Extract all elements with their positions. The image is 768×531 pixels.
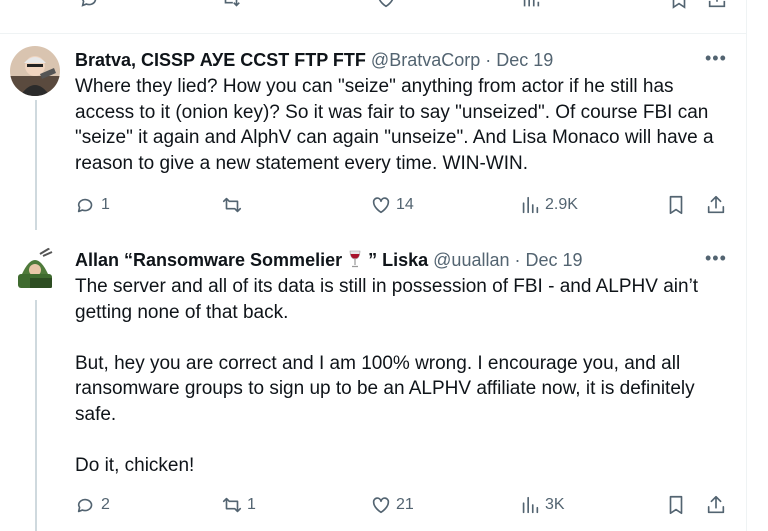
thread-line <box>35 300 37 531</box>
tweet-paragraph: But, hey you are correct and I am 100% w… <box>75 352 695 425</box>
thread-line <box>35 100 37 230</box>
tweet-text: Where they lied? How you can "seize" any… <box>75 74 735 176</box>
like-count: 21 <box>396 496 414 513</box>
separator: · <box>514 250 521 270</box>
share-button[interactable] <box>705 192 727 218</box>
share-icon <box>707 495 725 514</box>
like-icon <box>372 197 390 214</box>
previous-tweet-actions <box>75 0 735 9</box>
author-name[interactable]: Bratva, CISSP АУЕ CCST FTP FTF <box>75 50 366 70</box>
tweet-date[interactable]: Dec 19 <box>526 250 583 270</box>
wine-glass-icon <box>349 250 361 268</box>
tweet-bratva[interactable]: Bratva, CISSP АУЕ CCST FTP FTF @BratvaCo… <box>0 34 746 230</box>
tweet-paragraph: Where they lied? How you can "seize" any… <box>75 76 714 174</box>
retweet-count: 1 <box>247 496 256 513</box>
like-icon[interactable] <box>375 0 397 13</box>
author-name-part1: Allan “Ransomware Sommelier <box>75 250 343 270</box>
tweet-header: Allan “Ransomware Sommelier ” Liska @uua… <box>75 248 583 272</box>
tweet-header: Bratva, CISSP АУЕ CCST FTP FTF @BratvaCo… <box>75 48 553 72</box>
retweet-button[interactable]: 1 <box>221 492 256 518</box>
retweet-button[interactable] <box>221 192 247 218</box>
more-options-button[interactable]: ••• <box>705 248 727 269</box>
share-button[interactable] <box>705 492 727 518</box>
reply-count: 1 <box>101 196 110 213</box>
reply-icon <box>77 498 93 513</box>
timeline-border <box>746 0 747 531</box>
bookmark-icon[interactable] <box>668 0 690 13</box>
like-button[interactable]: 21 <box>370 492 414 518</box>
bookmark-button[interactable] <box>665 492 687 518</box>
like-count: 14 <box>396 196 414 213</box>
views-icon[interactable] <box>520 0 542 13</box>
retweet-icon <box>222 497 242 513</box>
retweet-icon[interactable] <box>220 0 242 13</box>
bookmark-icon <box>669 495 683 515</box>
tweet-actions: 1 14 2.9K <box>75 192 735 218</box>
author-name-part2: ” Liska <box>363 250 429 270</box>
view-count: 2.9K <box>545 196 578 213</box>
views-button[interactable]: 3K <box>519 492 565 518</box>
like-icon <box>372 497 390 514</box>
more-options-button[interactable]: ••• <box>705 48 727 69</box>
tweet-paragraph: Do it, chicken! <box>75 454 195 476</box>
view-count: 3K <box>545 496 565 513</box>
author-handle[interactable]: @uuallan <box>433 250 509 270</box>
author-handle[interactable]: @BratvaCorp <box>371 50 480 70</box>
bookmark-icon <box>669 195 683 215</box>
reply-count: 2 <box>101 496 110 513</box>
views-button[interactable]: 2.9K <box>519 192 578 218</box>
avatar[interactable] <box>10 244 60 294</box>
tweet-paragraph: The server and all of its data is still … <box>75 276 699 323</box>
separator: · <box>485 50 492 70</box>
reply-button[interactable]: 1 <box>75 192 110 218</box>
share-icon[interactable] <box>706 0 728 13</box>
reply-button[interactable]: 2 <box>75 492 110 518</box>
bookmark-button[interactable] <box>665 192 687 218</box>
tweet-date[interactable]: Dec 19 <box>496 50 553 70</box>
tweet-text: The server and all of its data is still … <box>75 274 735 478</box>
retweet-icon <box>222 197 242 213</box>
avatar[interactable] <box>10 46 60 96</box>
views-icon <box>522 496 539 514</box>
author-name[interactable]: Allan “Ransomware Sommelier ” Liska <box>75 250 428 270</box>
share-icon <box>707 195 725 214</box>
like-button[interactable]: 14 <box>370 192 414 218</box>
reply-icon[interactable] <box>79 0 101 13</box>
views-icon <box>522 196 539 214</box>
tweet-allan[interactable]: Allan “Ransomware Sommelier ” Liska @uua… <box>0 230 746 531</box>
tweet-actions: 2 1 21 3K <box>75 492 735 518</box>
reply-icon <box>77 198 93 213</box>
